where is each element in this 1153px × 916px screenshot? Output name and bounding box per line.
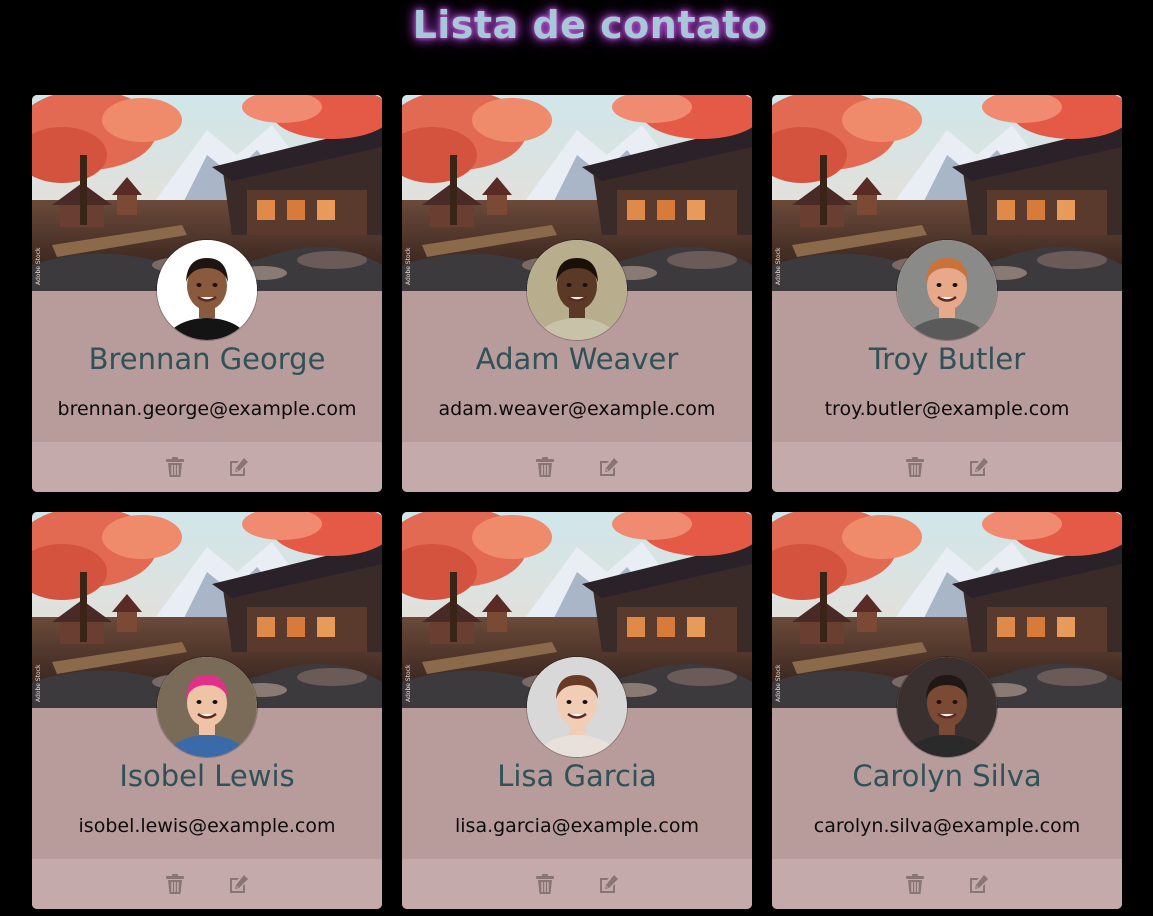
trash-icon	[166, 457, 184, 477]
avatar	[527, 657, 627, 757]
contact-name: Adam Weaver	[475, 342, 679, 376]
contact-email: isobel.lewis@example.com	[78, 815, 336, 837]
card-actions	[402, 442, 752, 492]
edit-icon	[230, 458, 248, 476]
card-actions	[772, 859, 1122, 909]
delete-button[interactable]	[903, 455, 927, 479]
avatar	[897, 657, 997, 757]
contact-name: Brennan George	[88, 342, 326, 376]
card-actions	[402, 859, 752, 909]
delete-button[interactable]	[163, 872, 187, 896]
contact-name: Lisa Garcia	[497, 759, 657, 793]
edit-icon	[600, 458, 618, 476]
page-title: Lista de contato	[412, 3, 768, 47]
edit-button[interactable]	[596, 455, 620, 479]
edit-button[interactable]	[966, 455, 990, 479]
svg-text:Adobe Stock: Adobe Stock	[405, 247, 412, 285]
contact-card: Adobe Stock Troy Butler troy.butler@exam…	[772, 95, 1122, 492]
svg-text:Adobe Stock: Adobe Stock	[35, 664, 42, 702]
edit-icon	[230, 875, 248, 893]
edit-icon	[970, 875, 988, 893]
svg-text:Adobe Stock: Adobe Stock	[775, 247, 782, 285]
contact-email: lisa.garcia@example.com	[454, 815, 699, 837]
svg-text:Adobe Stock: Adobe Stock	[405, 664, 412, 702]
contact-card: Adobe Stock Brennan George brennan.georg…	[32, 95, 382, 492]
avatar	[157, 657, 257, 757]
edit-button[interactable]	[966, 872, 990, 896]
contact-email: adam.weaver@example.com	[438, 398, 716, 420]
contact-email: brennan.george@example.com	[57, 398, 357, 420]
card-actions	[772, 442, 1122, 492]
contact-name: Isobel Lewis	[119, 759, 295, 793]
delete-button[interactable]	[533, 872, 557, 896]
contact-list: Adobe Stock Brennan George brennan.georg…	[32, 95, 1122, 909]
trash-icon	[536, 457, 554, 477]
contact-email: carolyn.silva@example.com	[813, 815, 1081, 837]
contact-email: troy.butler@example.com	[824, 398, 1070, 420]
edit-button[interactable]	[596, 872, 620, 896]
avatar	[527, 240, 627, 340]
avatar	[897, 240, 997, 340]
trash-icon	[906, 457, 924, 477]
edit-button[interactable]	[226, 872, 250, 896]
edit-icon	[600, 875, 618, 893]
contact-card: Adobe Stock Carolyn Silva carolyn.silva@…	[772, 512, 1122, 909]
contact-card: Adobe Stock Lisa Garcia lisa.garcia@exam…	[402, 512, 752, 909]
contact-card: Adobe Stock Isobel Lewis isobel.lewis@ex…	[32, 512, 382, 909]
delete-button[interactable]	[163, 455, 187, 479]
delete-button[interactable]	[533, 455, 557, 479]
card-actions	[32, 442, 382, 492]
edit-icon	[970, 458, 988, 476]
card-actions	[32, 859, 382, 909]
trash-icon	[906, 874, 924, 894]
contact-card: Adobe Stock Adam Weaver adam.weaver@exam…	[402, 95, 752, 492]
avatar	[157, 240, 257, 340]
svg-text:Adobe Stock: Adobe Stock	[775, 664, 782, 702]
contact-name: Troy Butler	[868, 342, 1026, 376]
trash-icon	[166, 874, 184, 894]
delete-button[interactable]	[903, 872, 927, 896]
trash-icon	[536, 874, 554, 894]
svg-text:Adobe Stock: Adobe Stock	[35, 247, 42, 285]
edit-button[interactable]	[226, 455, 250, 479]
contact-name: Carolyn Silva	[852, 759, 1042, 793]
